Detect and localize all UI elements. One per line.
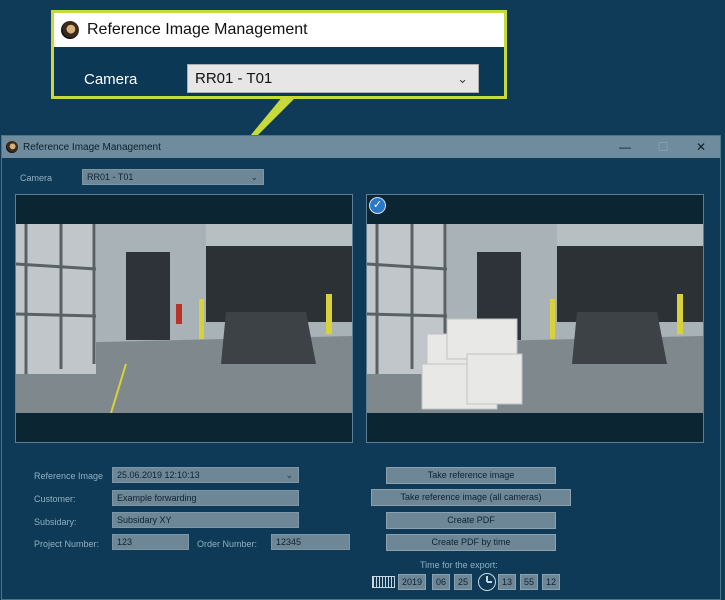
subsidiary-label: Subsidary:: [34, 517, 77, 527]
create-pdf-by-time-button[interactable]: Create PDF by time: [386, 534, 556, 551]
export-second-field[interactable]: 12: [542, 574, 560, 590]
reference-image-value: 25.06.2019 12:10:13: [117, 470, 200, 480]
checkmark-icon: ✓: [369, 197, 386, 214]
camera-select[interactable]: RR01 - T01 ⌄: [82, 169, 264, 185]
order-number-field[interactable]: 12345: [271, 534, 350, 550]
camera-label: Camera: [20, 173, 53, 183]
camera-scene-image: [16, 224, 352, 413]
reference-image-view: ✓: [366, 194, 704, 443]
subsidiary-field[interactable]: Subsidary XY: [112, 512, 299, 528]
export-time-label: Time for the export:: [420, 560, 498, 570]
window-title: Reference Image Management: [23, 141, 161, 153]
reference-image-select[interactable]: 25.06.2019 12:10:13 ⌄: [112, 467, 299, 483]
project-number-field[interactable]: 123: [112, 534, 189, 550]
reference-image-label: Reference Image: [34, 471, 104, 481]
reference-scene-image: [367, 224, 703, 413]
export-hour-field[interactable]: 13: [498, 574, 516, 590]
maximize-button[interactable]: ☐: [644, 136, 682, 158]
clock-icon[interactable]: [478, 573, 496, 591]
take-reference-all-cameras-button[interactable]: Take reference image (all cameras): [371, 489, 571, 506]
app-logo-icon: [6, 141, 18, 153]
window-titlebar: Reference Image Management — ☐ ✕: [2, 136, 720, 158]
customer-field[interactable]: Example forwarding: [112, 490, 299, 506]
take-reference-image-button[interactable]: Take reference image: [386, 467, 556, 484]
export-month-field[interactable]: 06: [432, 574, 450, 590]
chevron-down-icon: ⌄: [285, 470, 293, 480]
order-number-label: Order Number:: [197, 539, 258, 549]
live-camera-view: [15, 194, 353, 443]
calendar-icon[interactable]: [372, 576, 395, 588]
app-window: Reference Image Management — ☐ ✕ Camera …: [1, 135, 721, 600]
project-number-label: Project Number:: [34, 539, 100, 549]
chevron-down-icon: ⌄: [250, 172, 258, 182]
close-button[interactable]: ✕: [682, 136, 720, 158]
export-day-field[interactable]: 25: [454, 574, 472, 590]
export-minute-field[interactable]: 55: [520, 574, 538, 590]
minimize-button[interactable]: —: [606, 136, 644, 158]
camera-select-value: RR01 - T01: [87, 172, 134, 182]
create-pdf-button[interactable]: Create PDF: [386, 512, 556, 529]
export-year-field[interactable]: 2019: [398, 574, 426, 590]
customer-label: Customer:: [34, 494, 76, 504]
